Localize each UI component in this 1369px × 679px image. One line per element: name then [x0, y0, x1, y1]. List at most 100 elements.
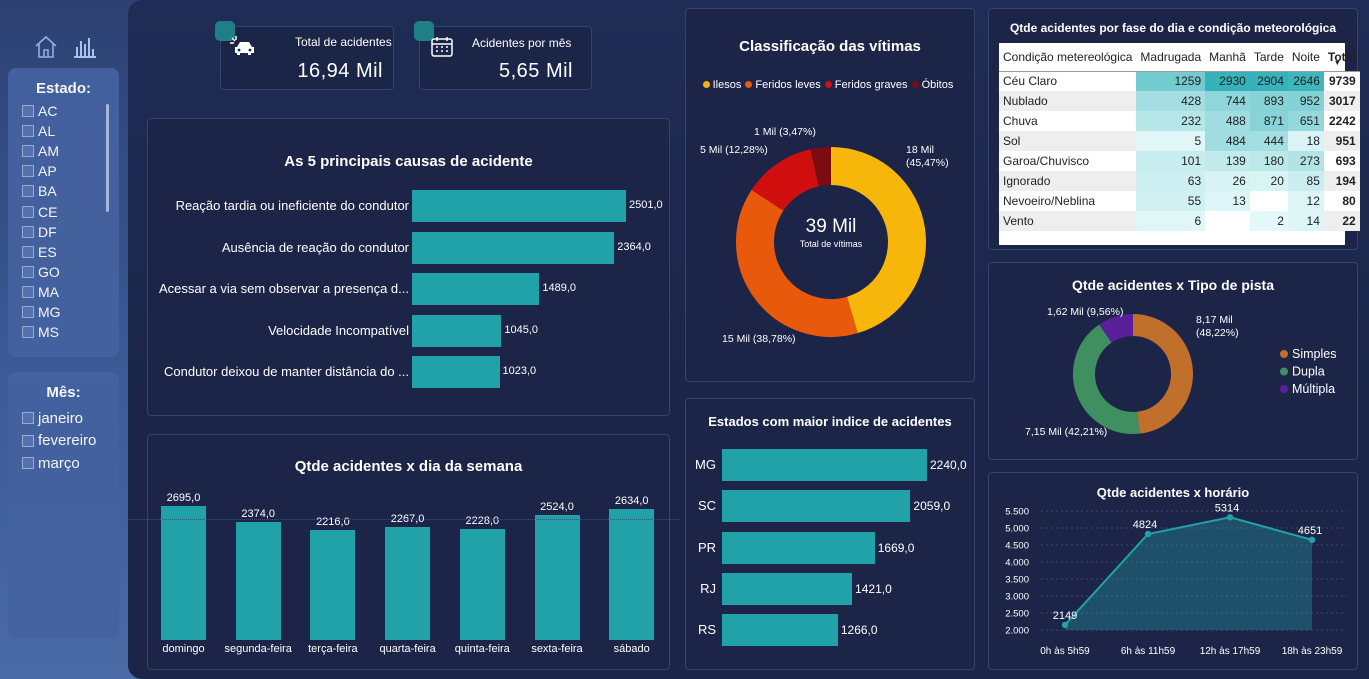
checkbox-icon[interactable] — [22, 205, 34, 218]
column-header[interactable]: Condição metereológica — [999, 43, 1137, 72]
table-cell: 2904 — [1249, 71, 1288, 91]
table-row[interactable]: Ignorado 63 26 20 85 194 — [999, 171, 1360, 191]
table-cell: 139 — [1205, 151, 1250, 171]
table-cell: 1259 — [1136, 71, 1206, 91]
table-cell: 2930 — [1205, 71, 1250, 91]
bar-chart-icon[interactable] — [72, 35, 98, 59]
bar[interactable] — [161, 506, 206, 640]
mes-option[interactable]: fevereiro — [8, 430, 119, 453]
bar[interactable] — [412, 356, 500, 388]
pista-slice[interactable] — [1099, 314, 1134, 343]
estado-option[interactable]: MG — [8, 302, 119, 322]
checkbox-icon[interactable] — [22, 165, 34, 178]
matriz-table-container: Condição metereológica Madrugada Manhã Tard… — [999, 43, 1360, 245]
table-header-row: Condição metereológica Madrugada Manhã Tard… — [999, 43, 1360, 72]
data-point[interactable] — [1061, 621, 1069, 629]
bar[interactable] — [722, 490, 911, 523]
pista-slice[interactable] — [1132, 314, 1193, 434]
table-row[interactable]: Sol 5 484 444 18 951 — [999, 131, 1360, 151]
checkbox-icon[interactable] — [22, 245, 34, 258]
bar-category-label: Reação tardia ou ineficiente do condutor — [175, 198, 409, 213]
checkbox-icon[interactable] — [22, 434, 34, 447]
bar[interactable] — [412, 314, 502, 347]
table-row[interactable]: Nublado 428 744 893 952 3017 — [999, 91, 1360, 111]
table-cell: 488 — [1205, 111, 1250, 131]
data-point[interactable] — [1308, 536, 1316, 544]
table-row[interactable]: Vento 6 2 14 22 — [999, 211, 1360, 231]
vitimas-chart-panel: Classificação das vítimas Ilesos Feridos … — [685, 8, 975, 382]
calendar-icon — [430, 35, 454, 64]
checkbox-icon[interactable] — [22, 225, 34, 238]
bar[interactable] — [459, 529, 505, 640]
bar[interactable] — [235, 521, 281, 640]
table-row[interactable]: Garoa/Chuvisco 101 139 180 273 693 — [999, 151, 1360, 171]
estado-option-label: BA — [38, 183, 57, 200]
estado-option[interactable]: GO — [8, 262, 119, 282]
estado-option[interactable]: ES — [8, 242, 119, 262]
bar[interactable] — [722, 531, 875, 564]
vitimas-slice[interactable] — [810, 147, 832, 187]
estado-scrollbar[interactable] — [106, 104, 109, 212]
bar[interactable] — [385, 527, 431, 640]
mes-option[interactable]: março — [8, 452, 119, 475]
estado-option[interactable]: AL — [8, 121, 119, 141]
checkbox-icon[interactable] — [22, 145, 34, 158]
checkbox-icon[interactable] — [22, 305, 34, 318]
car-crash-icon — [229, 35, 257, 64]
checkbox-icon[interactable] — [22, 125, 34, 138]
data-point[interactable] — [1226, 514, 1234, 521]
table-cell: 180 — [1249, 151, 1288, 171]
checkbox-icon[interactable] — [22, 265, 34, 278]
checkbox-icon[interactable] — [22, 457, 34, 470]
bar[interactable] — [310, 529, 356, 640]
table-row[interactable]: Chuva 232 488 871 651 2242 — [999, 111, 1360, 131]
checkbox-icon[interactable] — [22, 412, 34, 425]
vitimas-slice[interactable] — [751, 149, 820, 212]
estado-option[interactable]: MS — [8, 322, 119, 342]
mes-option[interactable]: janeiro — [8, 407, 119, 430]
checkbox-icon[interactable] — [22, 185, 34, 198]
bar[interactable] — [412, 231, 615, 264]
y-tick-label: 4.000 — [1005, 558, 1029, 569]
column-header-label: Madrugada — [1140, 49, 1202, 64]
table-row[interactable]: Nevoeiro/Neblina 55 13 12 80 — [999, 191, 1360, 211]
legend-label[interactable]: Múltipla — [1292, 382, 1335, 396]
home-icon[interactable] — [33, 34, 59, 60]
estado-option[interactable]: CE — [8, 201, 119, 221]
pista-slice[interactable] — [1073, 324, 1140, 434]
bar[interactable] — [722, 614, 838, 647]
bar[interactable] — [412, 273, 540, 305]
checkbox-icon[interactable] — [22, 326, 34, 339]
column-header[interactable]: Tarde — [1249, 43, 1288, 72]
estado-option[interactable]: BA — [8, 181, 119, 201]
estado-option[interactable]: DF — [8, 222, 119, 242]
column-header[interactable]: Manhã — [1205, 43, 1250, 72]
bar[interactable] — [722, 449, 927, 481]
bar[interactable] — [534, 514, 580, 640]
column-header[interactable]: Total ▼ — [1323, 43, 1360, 72]
slice-data-label: 18 Mil (45,47%) — [906, 144, 949, 169]
dotted-gridline — [128, 519, 679, 520]
table-row[interactable]: Céu Claro 1259 2930 2904 2646 9739 — [999, 71, 1360, 91]
legend-label[interactable]: Simples — [1292, 347, 1336, 361]
bar[interactable] — [412, 190, 626, 222]
estado-option[interactable]: AC — [8, 101, 119, 121]
estado-option-label: DF — [38, 223, 57, 240]
bar[interactable] — [722, 572, 853, 605]
checkbox-icon[interactable] — [22, 105, 34, 118]
y-tick-label: 5.500 — [1005, 507, 1029, 518]
bar[interactable] — [609, 509, 655, 640]
sort-desc-icon[interactable]: ▼ — [1334, 60, 1341, 67]
estados-chart-panel: Estados com maior indice de acidentes MG… — [685, 398, 975, 670]
data-label: 5314 — [1215, 502, 1239, 514]
legend-label[interactable]: Dupla — [1292, 365, 1325, 379]
estado-option[interactable]: MA — [8, 282, 119, 302]
bar-category-label: Velocidade Incompatível — [268, 322, 409, 338]
estado-option[interactable]: AM — [8, 141, 119, 161]
data-point[interactable] — [1144, 530, 1152, 538]
bar-data-label: 1023,0 — [502, 365, 537, 377]
column-header[interactable]: Madrugada — [1136, 43, 1206, 72]
estado-option[interactable]: AP — [8, 161, 119, 181]
column-header[interactable]: Noite — [1287, 43, 1324, 72]
checkbox-icon[interactable] — [22, 285, 34, 298]
